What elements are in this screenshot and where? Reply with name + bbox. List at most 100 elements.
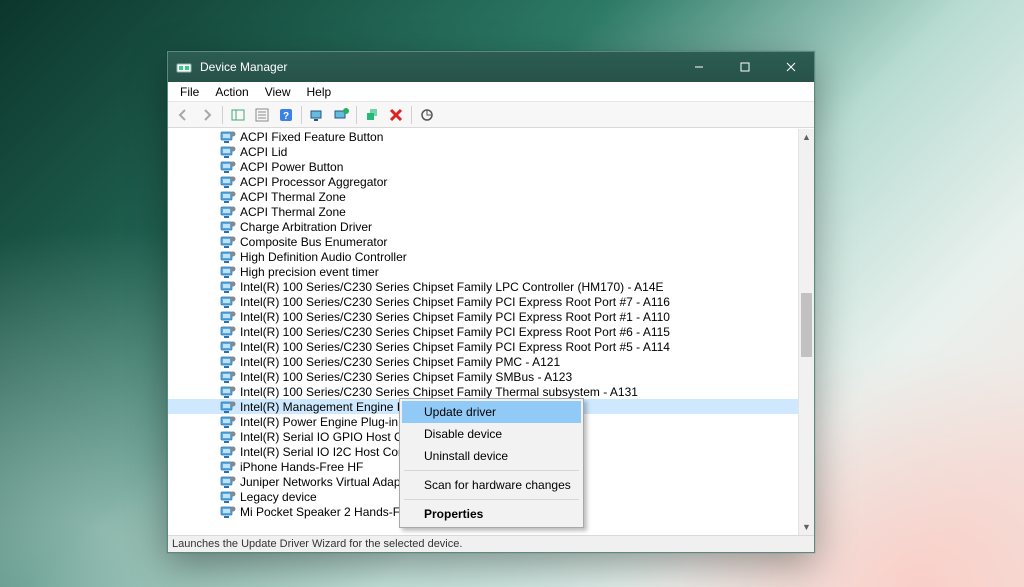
device-label: ACPI Processor Aggregator bbox=[240, 175, 387, 189]
device-item[interactable]: Intel(R) 100 Series/C230 Series Chipset … bbox=[168, 354, 798, 369]
device-label: Legacy device bbox=[240, 490, 317, 504]
app-icon bbox=[176, 59, 192, 75]
device-label: ACPI Fixed Feature Button bbox=[240, 130, 383, 144]
device-icon bbox=[220, 445, 236, 459]
device-item[interactable]: Intel(R) 100 Series/C230 Series Chipset … bbox=[168, 279, 798, 294]
device-label: Intel(R) 100 Series/C230 Series Chipset … bbox=[240, 340, 670, 354]
device-icon bbox=[220, 295, 236, 309]
minimize-button[interactable] bbox=[676, 52, 722, 82]
scrollbar[interactable]: ▲ ▼ bbox=[798, 129, 814, 535]
scroll-up-button[interactable]: ▲ bbox=[799, 129, 814, 145]
help-button[interactable]: ? bbox=[275, 104, 297, 126]
device-icon bbox=[220, 325, 236, 339]
refresh-button[interactable] bbox=[416, 104, 438, 126]
context-menu-item[interactable]: Properties bbox=[402, 503, 581, 525]
menu-view[interactable]: View bbox=[257, 84, 299, 100]
scroll-down-button[interactable]: ▼ bbox=[799, 519, 814, 535]
device-icon bbox=[220, 340, 236, 354]
device-label: High Definition Audio Controller bbox=[240, 250, 407, 264]
device-item[interactable]: ACPI Power Button bbox=[168, 159, 798, 174]
device-label: ACPI Thermal Zone bbox=[240, 205, 346, 219]
menubar: File Action View Help bbox=[168, 82, 814, 102]
device-item[interactable]: Composite Bus Enumerator bbox=[168, 234, 798, 249]
device-icon bbox=[220, 190, 236, 204]
maximize-button[interactable] bbox=[722, 52, 768, 82]
context-menu-item[interactable]: Scan for hardware changes bbox=[402, 474, 581, 496]
device-label: Intel(R) 100 Series/C230 Series Chipset … bbox=[240, 370, 572, 384]
device-item[interactable]: Intel(R) 100 Series/C230 Series Chipset … bbox=[168, 309, 798, 324]
toolbar-separator bbox=[301, 106, 302, 124]
device-item[interactable]: ACPI Thermal Zone bbox=[168, 189, 798, 204]
device-label: Intel(R) 100 Series/C230 Series Chipset … bbox=[240, 295, 670, 309]
device-item[interactable]: Intel(R) 100 Series/C230 Series Chipset … bbox=[168, 384, 798, 399]
device-item[interactable]: High precision event timer bbox=[168, 264, 798, 279]
device-icon bbox=[220, 250, 236, 264]
device-icon bbox=[220, 280, 236, 294]
toolbar-separator bbox=[356, 106, 357, 124]
device-label: Intel(R) 100 Series/C230 Series Chipset … bbox=[240, 280, 664, 294]
device-icon bbox=[220, 265, 236, 279]
menu-separator bbox=[404, 470, 579, 471]
device-icon bbox=[220, 220, 236, 234]
device-icon bbox=[220, 490, 236, 504]
device-label: Intel(R) 100 Series/C230 Series Chipset … bbox=[240, 385, 638, 399]
device-item[interactable]: ACPI Processor Aggregator bbox=[168, 174, 798, 189]
device-label: High precision event timer bbox=[240, 265, 379, 279]
device-icon bbox=[220, 160, 236, 174]
show-hide-console-tree-button[interactable] bbox=[227, 104, 249, 126]
device-icon bbox=[220, 145, 236, 159]
properties-button[interactable] bbox=[251, 104, 273, 126]
context-menu-item[interactable]: Uninstall device bbox=[402, 445, 581, 467]
menu-file[interactable]: File bbox=[172, 84, 207, 100]
back-button[interactable] bbox=[172, 104, 194, 126]
close-button[interactable] bbox=[768, 52, 814, 82]
device-item[interactable]: High Definition Audio Controller bbox=[168, 249, 798, 264]
device-item[interactable]: Charge Arbitration Driver bbox=[168, 219, 798, 234]
device-icon bbox=[220, 400, 236, 414]
enable-device-button[interactable] bbox=[361, 104, 383, 126]
device-item[interactable]: ACPI Fixed Feature Button bbox=[168, 129, 798, 144]
context-menu[interactable]: Update driverDisable deviceUninstall dev… bbox=[399, 398, 584, 528]
device-icon bbox=[220, 460, 236, 474]
scan-hardware-button[interactable] bbox=[306, 104, 328, 126]
device-label: iPhone Hands-Free HF bbox=[240, 460, 363, 474]
statusbar: Launches the Update Driver Wizard for th… bbox=[168, 535, 814, 552]
device-label: Intel(R) 100 Series/C230 Series Chipset … bbox=[240, 355, 560, 369]
device-item[interactable]: Intel(R) 100 Series/C230 Series Chipset … bbox=[168, 369, 798, 384]
menu-action[interactable]: Action bbox=[207, 84, 256, 100]
device-item[interactable]: ACPI Lid bbox=[168, 144, 798, 159]
toolbar: ? bbox=[168, 102, 814, 128]
device-icon bbox=[220, 130, 236, 144]
device-label: Intel(R) 100 Series/C230 Series Chipset … bbox=[240, 310, 670, 324]
device-icon bbox=[220, 355, 236, 369]
device-icon bbox=[220, 235, 236, 249]
device-icon bbox=[220, 430, 236, 444]
device-icon bbox=[220, 385, 236, 399]
menu-separator bbox=[404, 499, 579, 500]
device-icon bbox=[220, 415, 236, 429]
device-label: Intel(R) Power Engine Plug-in bbox=[240, 415, 398, 429]
device-icon bbox=[220, 205, 236, 219]
device-label: ACPI Power Button bbox=[240, 160, 343, 174]
uninstall-device-button[interactable] bbox=[385, 104, 407, 126]
toolbar-separator bbox=[411, 106, 412, 124]
context-menu-item[interactable]: Disable device bbox=[402, 423, 581, 445]
device-item[interactable]: Intel(R) 100 Series/C230 Series Chipset … bbox=[168, 339, 798, 354]
device-item[interactable]: Intel(R) 100 Series/C230 Series Chipset … bbox=[168, 324, 798, 339]
svg-text:?: ? bbox=[283, 111, 289, 122]
device-item[interactable]: Intel(R) 100 Series/C230 Series Chipset … bbox=[168, 294, 798, 309]
forward-button[interactable] bbox=[196, 104, 218, 126]
toolbar-separator bbox=[222, 106, 223, 124]
titlebar[interactable]: Device Manager bbox=[168, 52, 814, 82]
device-icon bbox=[220, 475, 236, 489]
device-icon bbox=[220, 505, 236, 519]
device-icon bbox=[220, 370, 236, 384]
window-title: Device Manager bbox=[200, 60, 287, 74]
device-label: ACPI Lid bbox=[240, 145, 287, 159]
scroll-thumb[interactable] bbox=[801, 293, 812, 357]
context-menu-item[interactable]: Update driver bbox=[402, 401, 581, 423]
update-driver-button[interactable] bbox=[330, 104, 352, 126]
device-label: Composite Bus Enumerator bbox=[240, 235, 387, 249]
device-item[interactable]: ACPI Thermal Zone bbox=[168, 204, 798, 219]
menu-help[interactable]: Help bbox=[299, 84, 340, 100]
